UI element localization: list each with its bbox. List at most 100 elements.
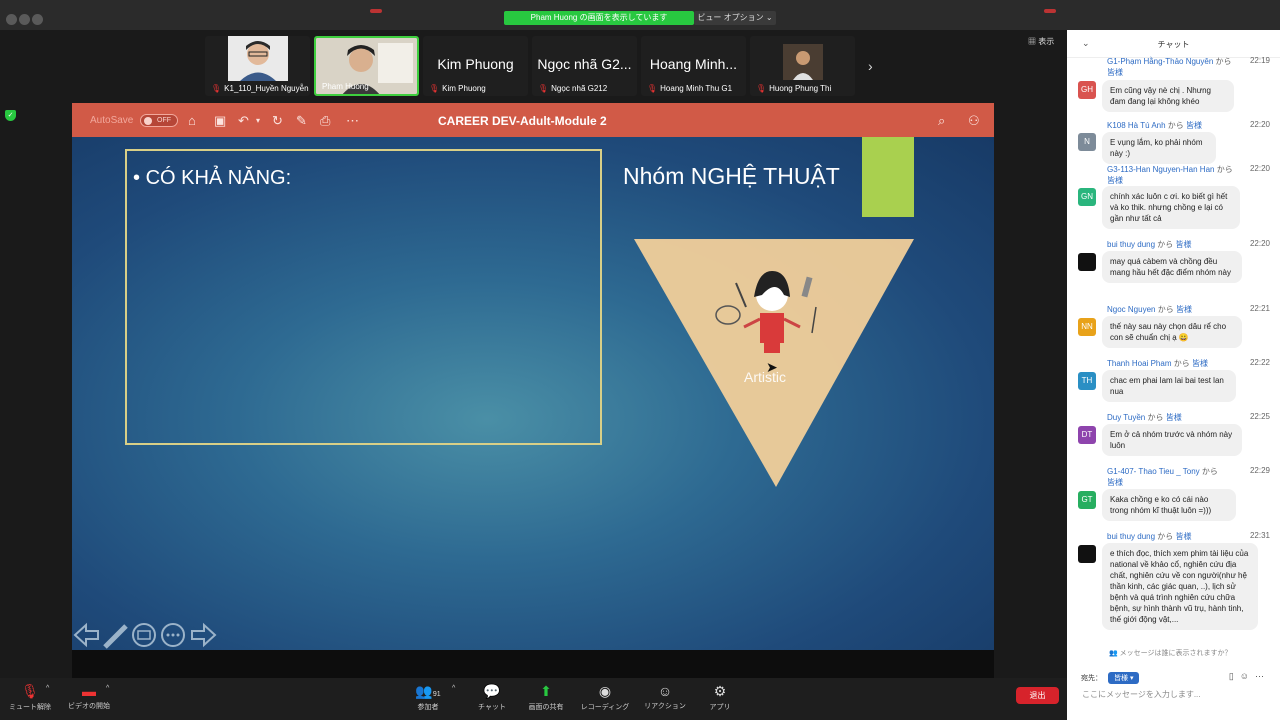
from-label: から: [1173, 359, 1190, 368]
participants-options-chevron[interactable]: ^: [452, 685, 455, 692]
next-slide-icon[interactable]: [191, 622, 217, 648]
sender-name[interactable]: bui thuy dung: [1107, 532, 1155, 541]
record-icon: ◉: [598, 683, 612, 699]
avatar: [1078, 253, 1096, 271]
leave-button[interactable]: 退出: [1016, 687, 1059, 704]
chat-icon: 💬: [483, 683, 501, 699]
recipient-name: 皆様: [1191, 359, 1208, 368]
message-bubble: thế này sau này chọn dâu rể cho con sẽ c…: [1102, 316, 1242, 348]
display-label: 表示: [1038, 37, 1055, 46]
recipient-name: 皆様: [1175, 305, 1192, 314]
participant-thumb-1[interactable]: 🎙 K1_110_Huyền Nguyễn: [205, 36, 310, 96]
mic-muted-icon: 🎙: [538, 84, 549, 93]
participant-thumb-5[interactable]: Hoang Minh... 🎙 Hoang Minh Thu G1: [641, 36, 746, 96]
sender-name[interactable]: bui thuy dung: [1107, 240, 1155, 249]
from-label: から: [1157, 305, 1174, 314]
message-sender: G1-Phạm Hằng-Thảo Nguyên から 皆様: [1107, 56, 1232, 78]
recipient-name: 皆様: [1186, 121, 1203, 130]
autosave-toggle[interactable]: OFF: [140, 114, 178, 127]
chat-button[interactable]: 💬 チャット: [476, 683, 508, 712]
message-bubble: E vụng lắm, ko phải nhóm này :): [1102, 132, 1216, 164]
more-icon[interactable]: ⋯: [1255, 671, 1270, 681]
message-time: 22:19: [1249, 56, 1270, 65]
share-people-icon[interactable]: ⚇: [968, 113, 980, 129]
participant-name: Pham Huong: [322, 82, 369, 91]
sender-name[interactable]: G1-Phạm Hằng-Thảo Nguyên: [1107, 57, 1213, 66]
to-label: 宛先：: [1081, 675, 1102, 682]
participant-thumb-3[interactable]: Kim Phuong 🎙 Kim Phuong: [423, 36, 528, 96]
chevron-down-icon[interactable]: ▾: [256, 116, 260, 125]
participant-name: Kim Phuong: [442, 84, 486, 93]
record-button[interactable]: ◉ レコーディング: [578, 683, 632, 712]
emoji-icon[interactable]: ☺: [1240, 671, 1255, 681]
slide-canvas: • CÓ KHẢ NĂNG: Nhóm NGHỆ THUẬT Artistic …: [72, 137, 994, 650]
autosave-label: AutoSave: [90, 115, 134, 126]
participant-name: K1_110_Huyền Nguyễn: [224, 84, 309, 93]
ppt-titlebar: AutoSave OFF ⌂ ▣ ↶ ▾ ↻ ✎ ⎙ ⋯ CAREER DEV-…: [72, 103, 994, 137]
message-bubble: chính xác luôn c ơi. ko biết gì hết và k…: [1102, 186, 1240, 229]
recipient-name: 皆様: [1107, 68, 1123, 77]
home-icon[interactable]: ⌂: [188, 113, 196, 128]
meeting-toolbar: 🎙 ミュート解除 ^ ▬ ビデオの開始 ^ 👥91 参加者 ^ 💬 チャット ⬆ 画面の共…: [0, 678, 1067, 720]
file-icon[interactable]: ▯: [1229, 671, 1240, 681]
avatar: DT: [1078, 426, 1096, 444]
mic-muted-icon: 🎙: [211, 84, 222, 93]
sender-name[interactable]: G3-113-Han Nguyen-Han Han: [1107, 165, 1214, 174]
save-icon[interactable]: ▣: [214, 113, 226, 129]
recipient-name: 皆様: [1175, 240, 1192, 249]
sender-name[interactable]: Ngoc Nguyen: [1107, 305, 1155, 314]
chat-message-input[interactable]: ここにメッセージを入力します...: [1082, 689, 1201, 700]
sender-name[interactable]: Thanh Hoai Pham: [1107, 359, 1171, 368]
share-screen-icon: ⬆: [540, 683, 552, 699]
share-screen-button[interactable]: ⬆ 画面の共有: [526, 683, 566, 712]
sender-name[interactable]: G1-407- Thao Tieu _ Tony: [1107, 467, 1200, 476]
chat-header: ⌄ チャット: [1067, 30, 1280, 58]
shield-icon[interactable]: ✓: [5, 110, 16, 121]
participants-label: 参加者: [417, 704, 439, 711]
participant-thumb-2[interactable]: Pham Huong: [314, 36, 419, 96]
participant-thumb-4[interactable]: Ngọc nhã G2... 🎙 Ngọc nhã G212: [532, 36, 637, 96]
participants-icon: 👥91: [415, 683, 441, 699]
reactions-button[interactable]: ☺ リアクション: [640, 683, 690, 711]
participants-button[interactable]: 👥91 参加者: [410, 683, 446, 712]
from-label: から: [1157, 532, 1174, 541]
recipient-name: 皆様: [1107, 478, 1123, 487]
participant-name: Huong Phung Thi: [769, 84, 832, 93]
recipient-name: 皆様: [1175, 532, 1192, 541]
apps-button[interactable]: ⚙ アプリ: [706, 683, 734, 712]
previous-slide-icon[interactable]: [73, 622, 99, 648]
video-options-chevron[interactable]: ^: [106, 685, 109, 692]
message-time: 22:29: [1249, 466, 1270, 475]
mic-muted-icon: 🎙: [756, 84, 767, 93]
triangle-label: Artistic: [744, 369, 786, 385]
share-banner: Pham Huong の画面を表示しています: [504, 11, 694, 25]
more-icon[interactable]: ⋯: [346, 113, 359, 129]
participant-thumb-6[interactable]: 🎙 Huong Phung Thi: [750, 36, 855, 96]
unmute-label: ミュート解除: [9, 704, 51, 711]
pen-tool-icon[interactable]: [103, 624, 128, 649]
reactions-label: リアクション: [644, 703, 686, 710]
visibility-note[interactable]: 👥 メッセージは誰に表示されますか？: [1109, 648, 1232, 658]
slides-grid-icon[interactable]: [132, 623, 156, 647]
recipient-value: 皆様: [1114, 675, 1128, 682]
recipient-select[interactable]: 皆様 ▾: [1108, 672, 1140, 684]
display-toggle[interactable]: ▦ 表示: [1028, 36, 1054, 47]
sender-name[interactable]: Duy Tuyền: [1107, 413, 1145, 422]
undo-icon[interactable]: ↶: [238, 113, 249, 129]
sender-name[interactable]: K108 Hà Tú Anh: [1107, 121, 1166, 130]
recipient-name: 皆様: [1107, 176, 1123, 185]
view-options-button[interactable]: ビュー オプション ⌄: [694, 11, 776, 25]
mic-muted-icon: 🎙: [429, 84, 440, 93]
minimize-window-button[interactable]: [19, 14, 30, 25]
print-icon[interactable]: ⎙: [320, 113, 330, 129]
redo-icon[interactable]: ↻: [272, 113, 283, 129]
close-window-button[interactable]: [6, 14, 17, 25]
chevron-right-icon[interactable]: ›: [868, 58, 873, 74]
start-video-label: ビデオの開始: [68, 703, 110, 710]
visibility-note-text: メッセージは誰に表示されますか？: [1119, 650, 1232, 657]
more-options-icon[interactable]: [161, 623, 185, 647]
edit-icon[interactable]: ✎: [296, 113, 307, 129]
search-icon[interactable]: ⌕: [938, 113, 945, 129]
audio-options-chevron[interactable]: ^: [46, 685, 49, 692]
zoom-window-button[interactable]: [32, 14, 43, 25]
